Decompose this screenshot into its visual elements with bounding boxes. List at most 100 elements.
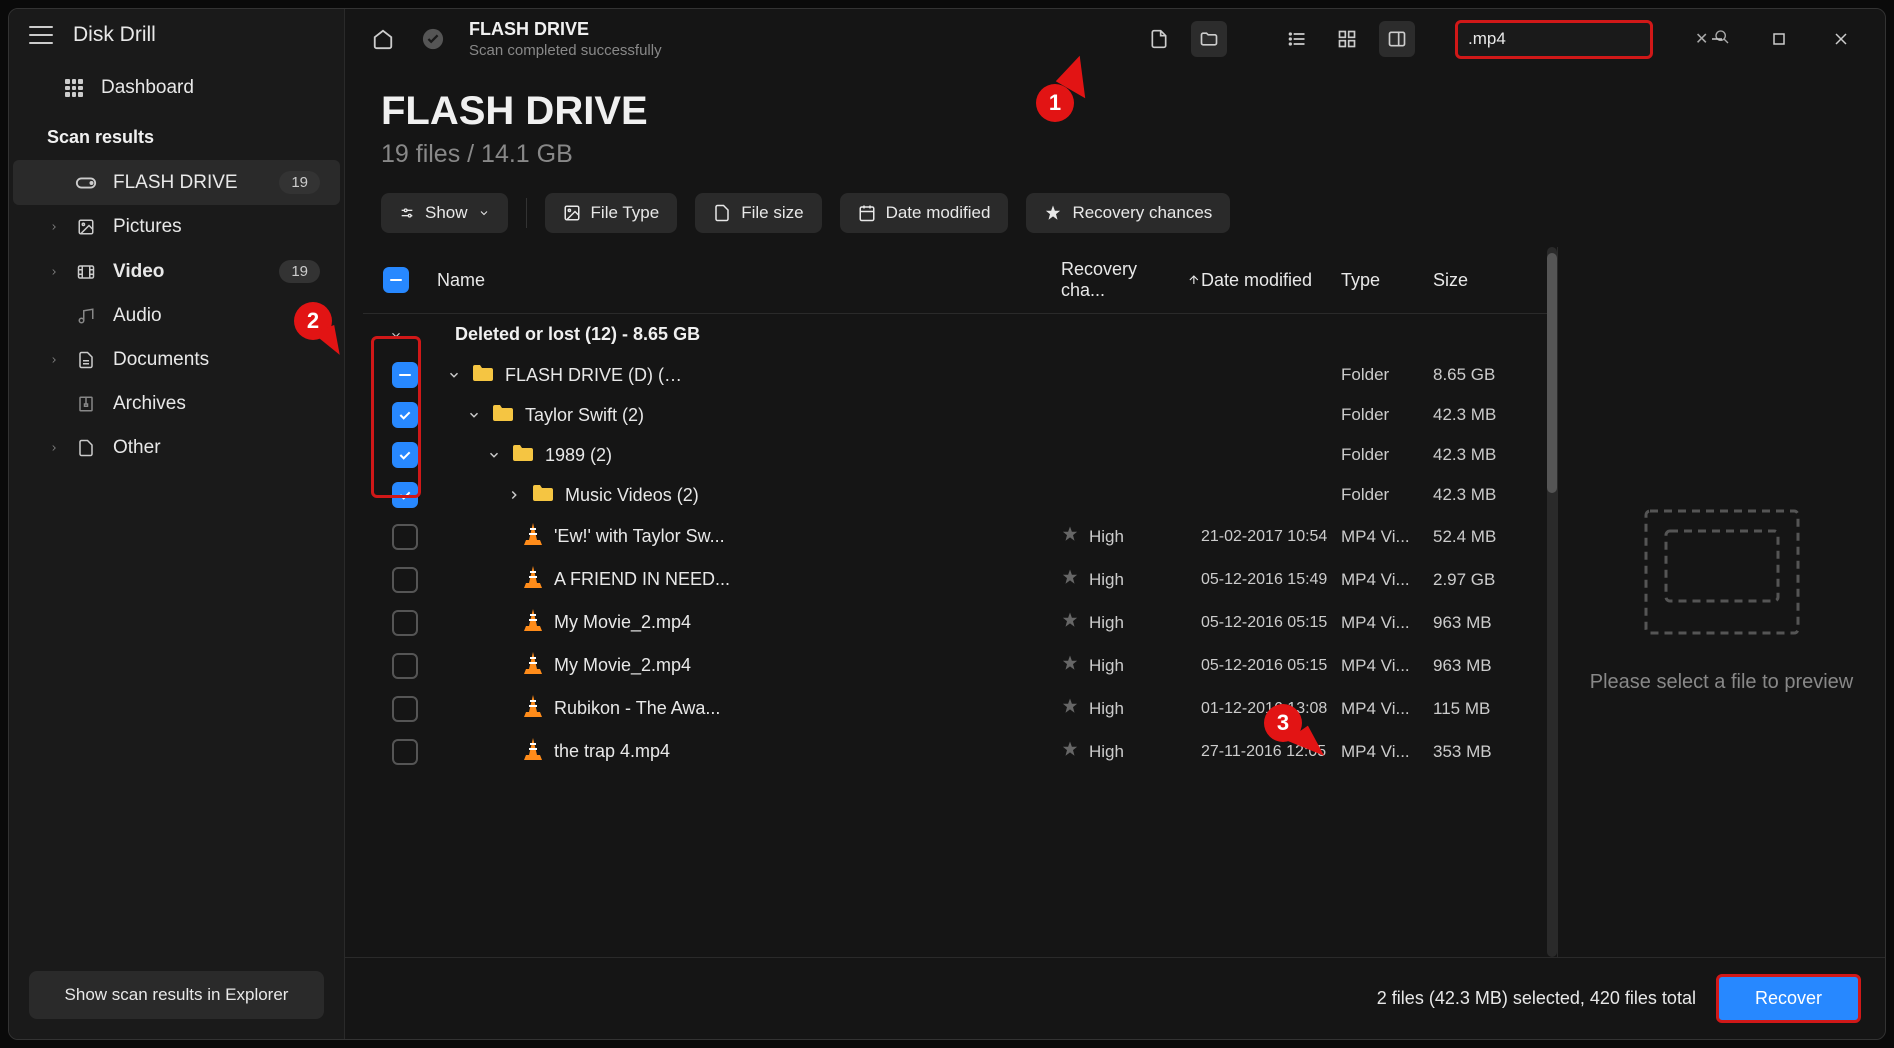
preview-panel: Please select a file to preview (1557, 247, 1885, 957)
maximize-icon[interactable] (1755, 21, 1803, 57)
sidebar-badge: 19 (279, 171, 320, 194)
sidebar-item-label: Audio (113, 305, 320, 327)
sidebar-item-pictures[interactable]: Pictures (13, 205, 340, 249)
chevron-down-icon (389, 328, 403, 342)
chevron-right-icon[interactable] (507, 488, 521, 502)
dashboard-label: Dashboard (101, 77, 194, 99)
sidebar-item-other[interactable]: Other (13, 426, 340, 470)
select-all-checkbox[interactable] (383, 267, 409, 293)
grid-view-icon[interactable] (1329, 21, 1365, 57)
file-size-filter-button[interactable]: File size (695, 193, 821, 233)
row-checkbox[interactable] (392, 362, 418, 388)
type-value: MP4 Vi... (1341, 613, 1433, 633)
close-icon[interactable] (1817, 21, 1865, 57)
vlc-icon (522, 694, 544, 723)
table-row[interactable]: Music Videos (2) Folder 42.3 MB (363, 475, 1547, 515)
minimize-icon[interactable] (1693, 21, 1741, 57)
size-value: 42.3 MB (1433, 445, 1527, 465)
size-value: 52.4 MB (1433, 527, 1527, 547)
type-value: Folder (1341, 445, 1433, 465)
hamburger-icon[interactable] (29, 26, 53, 44)
date-value: 21-02-2017 10:54 (1201, 528, 1341, 546)
row-checkbox[interactable] (392, 442, 418, 468)
size-value: 115 MB (1433, 699, 1527, 719)
row-checkbox[interactable] (392, 696, 418, 722)
table-row[interactable]: My Movie_2.mp4 High 05-12-2016 05:15 MP4… (363, 601, 1547, 644)
sidebar-item-video[interactable]: Video19 (13, 249, 340, 294)
drive-icon (75, 174, 97, 192)
row-checkbox[interactable] (392, 567, 418, 593)
file-name: FLASH DRIVE (D) (12) (505, 365, 685, 386)
table-row[interactable]: A FRIEND IN NEED... High 05-12-2016 15:4… (363, 558, 1547, 601)
search-box[interactable]: ✕ (1455, 20, 1653, 59)
search-input[interactable] (1468, 29, 1689, 49)
row-checkbox[interactable] (392, 610, 418, 636)
date-value: 05-12-2016 15:49 (1201, 571, 1341, 589)
table-row[interactable]: Taylor Swift (2) Folder 42.3 MB (363, 395, 1547, 435)
folder-icon (491, 403, 515, 428)
table-row[interactable]: FLASH DRIVE (D) (12) Folder 8.65 GB (363, 355, 1547, 395)
row-checkbox[interactable] (392, 653, 418, 679)
row-checkbox[interactable] (392, 524, 418, 550)
doc-icon (75, 351, 97, 369)
file-name: 'Ew!' with Taylor Sw... (554, 526, 725, 547)
list-view-icon[interactable] (1279, 21, 1315, 57)
row-checkbox[interactable] (392, 739, 418, 765)
selection-text: 2 files (42.3 MB) selected, 420 files to… (1377, 988, 1696, 1009)
sidebar-item-label: Other (113, 437, 320, 459)
file-icon[interactable] (1141, 21, 1177, 57)
vlc-icon (522, 737, 544, 766)
file-name: Rubikon - The Awa... (554, 698, 720, 719)
sidebar-section-header: Scan results (9, 115, 344, 160)
recovery-chances-filter-button[interactable]: Recovery chances (1026, 193, 1230, 233)
table-row[interactable]: the trap 4.mp4 High 27-11-2016 12:05 MP4… (363, 730, 1547, 773)
scrollbar[interactable] (1547, 247, 1557, 957)
type-value: MP4 Vi... (1341, 742, 1433, 762)
sidebar-item-archives[interactable]: Archives (13, 382, 340, 426)
sidebar-item-audio[interactable]: Audio (13, 294, 340, 338)
group-row[interactable]: Deleted or lost (12) - 8.65 GB (363, 314, 1547, 355)
column-size[interactable]: Size (1433, 270, 1527, 291)
chevron-down-icon[interactable] (447, 368, 461, 382)
column-recovery[interactable]: Recovery cha... (1061, 259, 1201, 301)
star-icon (1061, 568, 1079, 586)
recovery-value: High (1061, 611, 1201, 634)
type-value: MP4 Vi... (1341, 656, 1433, 676)
folder-icon[interactable] (1191, 21, 1227, 57)
split-view-icon[interactable] (1379, 21, 1415, 57)
type-value: MP4 Vi... (1341, 699, 1433, 719)
home-icon[interactable] (365, 21, 401, 57)
file-name: My Movie_2.mp4 (554, 612, 691, 633)
row-checkbox[interactable] (392, 482, 418, 508)
sidebar-item-documents[interactable]: Documents (13, 338, 340, 382)
grid-icon (65, 79, 83, 97)
date-modified-filter-button[interactable]: Date modified (840, 193, 1009, 233)
show-filter-button[interactable]: Show (381, 193, 508, 233)
row-checkbox[interactable] (392, 402, 418, 428)
folder-icon (511, 443, 535, 468)
column-name[interactable]: Name (427, 270, 1061, 291)
table-row[interactable]: My Movie_2.mp4 High 05-12-2016 05:15 MP4… (363, 644, 1547, 687)
annotation-1: 1 (1036, 84, 1074, 122)
chevron-down-icon[interactable] (487, 448, 501, 462)
sidebar-item-flash-drive[interactable]: FLASH DRIVE19 (13, 160, 340, 205)
bottom-bar: 2 files (42.3 MB) selected, 420 files to… (345, 957, 1885, 1039)
annotation-2: 2 (294, 302, 332, 340)
sidebar-dashboard[interactable]: Dashboard (9, 61, 344, 115)
other-icon (75, 439, 97, 457)
column-date[interactable]: Date modified (1201, 270, 1341, 291)
chevron-down-icon[interactable] (467, 408, 481, 422)
size-value: 42.3 MB (1433, 485, 1527, 505)
column-type[interactable]: Type (1341, 270, 1433, 291)
filter-bar: Show File Type File size Date modified R… (345, 169, 1885, 247)
table-row[interactable]: Rubikon - The Awa... High 01-12-2016 13:… (363, 687, 1547, 730)
show-in-explorer-button[interactable]: Show scan results in Explorer (29, 971, 324, 1019)
recover-button[interactable]: Recover (1716, 974, 1861, 1023)
preview-text: Please select a file to preview (1590, 667, 1853, 697)
folder-icon (531, 483, 555, 508)
table-row[interactable]: 1989 (2) Folder 42.3 MB (363, 435, 1547, 475)
sidebar: Disk Drill Dashboard Scan results FLASH … (9, 9, 345, 1039)
star-icon (1061, 611, 1079, 629)
file-type-filter-button[interactable]: File Type (545, 193, 678, 233)
table-row[interactable]: 'Ew!' with Taylor Sw... High 21-02-2017 … (363, 515, 1547, 558)
